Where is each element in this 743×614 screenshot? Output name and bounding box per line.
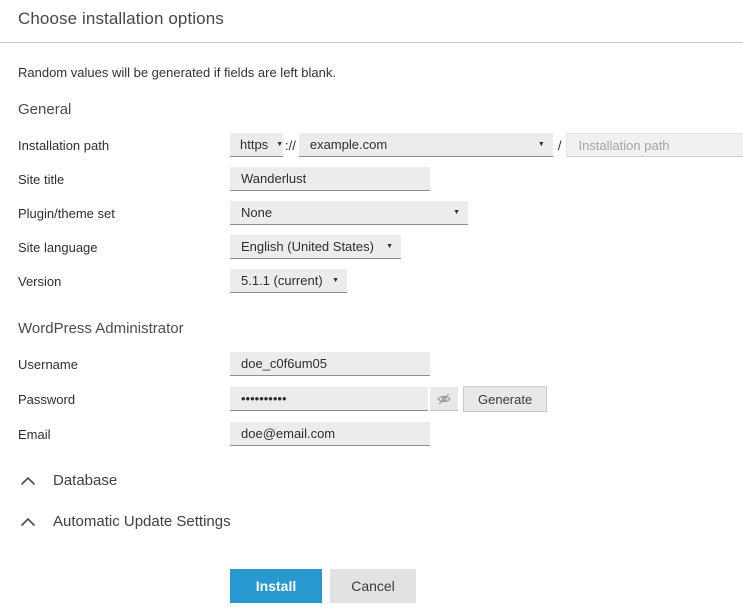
protocol-select[interactable]: https ▼ bbox=[230, 133, 283, 157]
chevron-down-icon: ▼ bbox=[332, 277, 339, 284]
dialog-buttons: Install Cancel bbox=[230, 569, 740, 603]
show-password-button[interactable] bbox=[430, 387, 458, 411]
hint-text: Random values will be generated if field… bbox=[18, 65, 740, 80]
chevron-down-icon: ▼ bbox=[538, 141, 545, 148]
version-value: 5.1.1 (current) bbox=[241, 273, 323, 288]
install-button[interactable]: Install bbox=[230, 569, 322, 603]
section-heading-general: General bbox=[18, 101, 740, 118]
site-language-select[interactable]: English (United States) ▼ bbox=[230, 235, 401, 259]
protocol-select-value: https bbox=[240, 137, 268, 152]
username-input[interactable] bbox=[230, 352, 430, 376]
domain-select-value: example.com bbox=[310, 137, 387, 152]
plugin-theme-set-value: None bbox=[241, 205, 272, 220]
chevron-up-icon bbox=[20, 475, 36, 487]
installation-path-controls: https ▼ :// example.com ▼ / bbox=[230, 133, 743, 157]
collapsible-automatic-update-settings-label: Automatic Update Settings bbox=[53, 513, 231, 530]
section-heading-wordpress-administrator: WordPress Administrator bbox=[18, 320, 740, 337]
generate-password-button[interactable]: Generate bbox=[463, 386, 547, 412]
dialog-header: Choose installation options bbox=[0, 0, 743, 43]
eye-off-icon bbox=[436, 391, 452, 407]
site-language-label: Site language bbox=[18, 240, 230, 255]
site-title-input[interactable] bbox=[230, 167, 430, 191]
plugin-theme-set-select[interactable]: None ▼ bbox=[230, 201, 468, 225]
installation-path-label: Installation path bbox=[18, 138, 230, 153]
field-row-site-title: Site title bbox=[18, 167, 740, 191]
field-row-version: Version 5.1.1 (current) ▼ bbox=[18, 269, 740, 293]
field-row-password: Password Generate bbox=[18, 386, 740, 412]
path-separator: / bbox=[553, 138, 567, 153]
protocol-separator: :// bbox=[283, 138, 299, 153]
chevron-down-icon: ▼ bbox=[453, 209, 460, 216]
version-select[interactable]: 5.1.1 (current) ▼ bbox=[230, 269, 347, 293]
email-field[interactable] bbox=[230, 422, 430, 446]
email-label: Email bbox=[18, 427, 230, 442]
plugin-theme-set-label: Plugin/theme set bbox=[18, 206, 230, 221]
field-row-email: Email bbox=[18, 422, 740, 446]
chevron-up-icon bbox=[20, 516, 36, 528]
chevron-down-icon: ▼ bbox=[386, 243, 393, 250]
field-row-installation-path: Installation path https ▼ :// example.co… bbox=[18, 133, 740, 157]
collapsible-database[interactable]: Database bbox=[18, 472, 740, 489]
collapsible-automatic-update-settings[interactable]: Automatic Update Settings bbox=[18, 513, 740, 530]
dialog-body: Random values will be generated if field… bbox=[0, 65, 743, 603]
domain-select[interactable]: example.com ▼ bbox=[299, 133, 553, 157]
field-row-username: Username bbox=[18, 352, 740, 376]
collapsible-database-label: Database bbox=[53, 472, 117, 489]
installation-path-input[interactable] bbox=[566, 133, 743, 157]
username-label: Username bbox=[18, 357, 230, 372]
password-label: Password bbox=[18, 392, 230, 407]
site-title-label: Site title bbox=[18, 172, 230, 187]
page-title: Choose installation options bbox=[18, 9, 725, 29]
password-input[interactable] bbox=[230, 387, 428, 411]
site-language-value: English (United States) bbox=[241, 239, 374, 254]
field-row-plugin-theme-set: Plugin/theme set None ▼ bbox=[18, 201, 740, 225]
cancel-button[interactable]: Cancel bbox=[330, 569, 416, 603]
field-row-site-language: Site language English (United States) ▼ bbox=[18, 235, 740, 259]
version-label: Version bbox=[18, 274, 230, 289]
